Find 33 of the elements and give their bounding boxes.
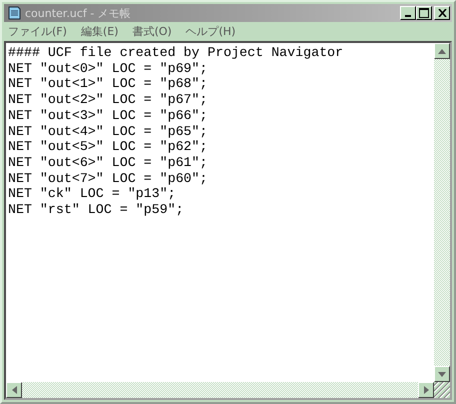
minimize-button[interactable] bbox=[400, 6, 416, 20]
window-title: counter.ucf - メモ帳 bbox=[25, 6, 132, 20]
close-icon bbox=[438, 9, 446, 17]
maximize-icon bbox=[419, 8, 429, 18]
down-arrow-icon bbox=[438, 372, 446, 376]
menu-item[interactable]: ファイル(F) bbox=[8, 24, 67, 39]
text-line: NET "out<7>" LOC = "p60"; bbox=[8, 170, 208, 186]
text-line: NET "out<6>" LOC = "p61"; bbox=[8, 154, 208, 171]
text-line: NET "rst" LOC = "p59"; bbox=[8, 202, 185, 218]
scroll-down-button[interactable] bbox=[434, 366, 450, 382]
text-line: NET "out<2>" LOC = "p67"; bbox=[8, 92, 208, 108]
text-line: NET "out<4>" LOC = "p65"; bbox=[8, 124, 208, 140]
horizontal-scrollbar[interactable] bbox=[6, 382, 434, 398]
text-line: NET "out<0>" LOC = "p69"; bbox=[8, 60, 208, 76]
scroll-left-button[interactable] bbox=[6, 382, 22, 398]
text-line: NET "out<5>" LOC = "p62"; bbox=[8, 139, 208, 155]
text-line: NET "ck" LOC = "p13"; bbox=[8, 186, 177, 202]
up-arrow-icon bbox=[438, 48, 446, 54]
right-arrow-icon bbox=[424, 386, 428, 394]
menu-item[interactable]: 書式(O) bbox=[132, 24, 172, 39]
menu-item[interactable]: ヘルプ(H) bbox=[186, 24, 236, 39]
scroll-up-button[interactable] bbox=[434, 43, 450, 59]
left-arrow-icon bbox=[12, 386, 16, 394]
text-line: NET "out<1>" LOC = "p68"; bbox=[8, 76, 208, 92]
menu-item[interactable]: 編集(E) bbox=[80, 24, 118, 39]
maximize-button[interactable] bbox=[416, 6, 432, 20]
close-button[interactable] bbox=[434, 6, 450, 20]
scroll-right-button[interactable] bbox=[418, 382, 434, 398]
text-line: NET "out<3>" LOC = "p66"; bbox=[8, 108, 208, 124]
text-line: #### UCF file created by Project Navigator bbox=[8, 45, 344, 61]
vertical-scrollbar[interactable] bbox=[434, 43, 450, 382]
notepad-icon bbox=[6, 5, 22, 21]
size-grip[interactable] bbox=[434, 382, 450, 398]
